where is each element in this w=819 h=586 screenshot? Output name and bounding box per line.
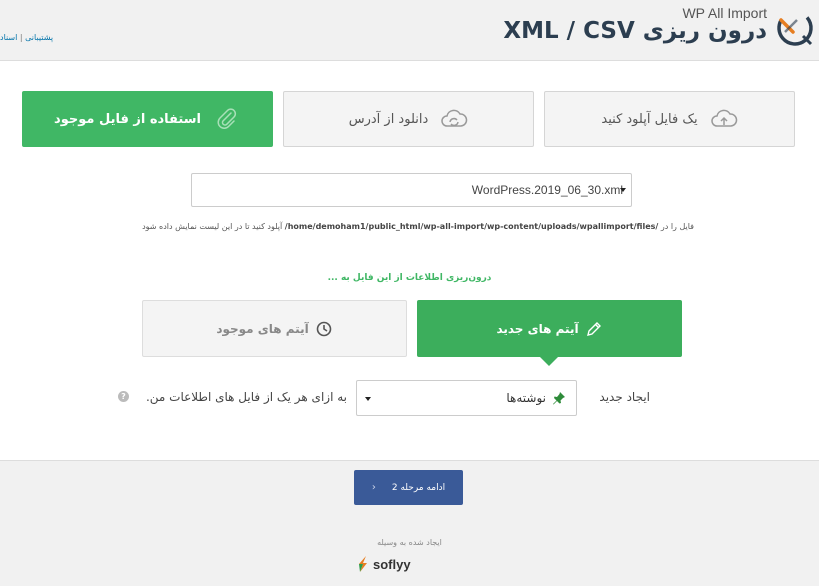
created-by-text: ایجاد شده به وسیله: [377, 538, 442, 547]
cloud-upload-icon: [710, 109, 737, 127]
link-separator: |: [19, 33, 23, 42]
header: WP All Import XML / CSV درون ریزی پشتیبا…: [0, 0, 819, 60]
existing-items-label: آیتم های موجود: [216, 321, 309, 336]
upload-file-button[interactable]: یک فایل آپلود کنید: [544, 91, 795, 147]
cloud-sync-icon: [441, 109, 468, 127]
page-title: XML / CSV درون ریزی: [503, 18, 767, 44]
paperclip-icon: [217, 108, 237, 129]
continue-label: ادامه مرحله 2: [391, 482, 446, 493]
upload-file-label: یک فایل آپلود کنید: [601, 111, 698, 127]
top-links: پشتیبانی | اسناد: [0, 33, 53, 42]
path-hint-suffix: آپلود کنید تا در این لیست نمایش داده شود: [142, 222, 283, 231]
import-target-hint: درون‌ریزی اطلاعات از این فایل به ...: [327, 273, 492, 283]
per-record-label: به ازای هر یک از فایل های اطلاعات من.: [145, 390, 347, 404]
chevron-left-icon: ‹: [371, 482, 376, 493]
help-icon[interactable]: ?: [118, 391, 129, 402]
support-link[interactable]: پشتیبانی: [25, 33, 53, 42]
create-new-label: ایجاد جدید: [599, 390, 650, 404]
download-url-button[interactable]: دانلود از آدرس: [283, 91, 534, 147]
wp-all-import-logo-icon: [777, 10, 813, 46]
existing-file-select[interactable]: WordPress.2019_06_30.xml: [191, 173, 632, 207]
pushpin-icon: [553, 392, 565, 405]
soflyy-s-icon: [359, 556, 367, 572]
continue-step-2-button[interactable]: ادامه مرحله 2 ‹: [354, 470, 463, 505]
import-panel: یک فایل آپلود کنید دانلود از آدرس استفاد…: [0, 60, 819, 461]
soflyy-logo[interactable]: soflyy: [356, 553, 411, 575]
chevron-down-icon: [365, 397, 371, 401]
download-url-label: دانلود از آدرس: [348, 111, 429, 127]
soflyy-name: soflyy: [373, 556, 411, 572]
history-icon: [316, 321, 332, 336]
new-items-button[interactable]: آیتم های جدید: [417, 300, 682, 366]
upload-path-hint: فایل را در /home/demoham1/public_html/wp…: [142, 222, 694, 231]
upload-path: /home/demoham1/public_html/wp-all-import…: [284, 222, 659, 231]
pencil-icon: [586, 321, 601, 336]
post-type-select[interactable]: نوشته‌ها: [356, 380, 577, 416]
path-hint-prefix: فایل را در: [660, 222, 694, 231]
existing-items-button[interactable]: آیتم های موجود: [142, 300, 407, 357]
chevron-down-icon: [620, 188, 626, 192]
existing-file-value: WordPress.2019_06_30.xml: [471, 183, 623, 197]
use-existing-file-label: استفاده از فایل موجود: [54, 111, 201, 127]
post-type-value: نوشته‌ها: [506, 391, 546, 405]
docs-link[interactable]: اسناد: [0, 33, 17, 42]
use-existing-file-button[interactable]: استفاده از فایل موجود: [22, 91, 273, 147]
new-items-label: آیتم های جدید: [496, 321, 579, 336]
